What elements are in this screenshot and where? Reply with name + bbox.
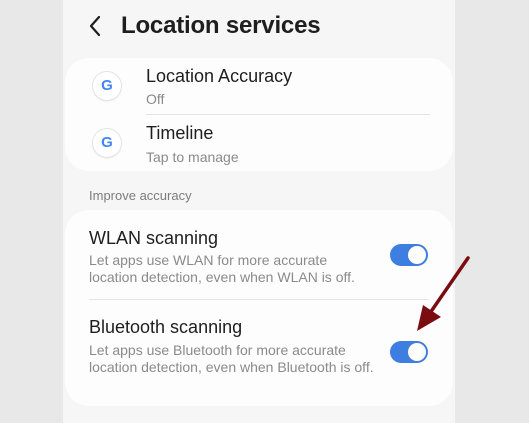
list-item-description: Let apps use WLAN for more accurate loca…: [89, 252, 355, 285]
google-services-card: G Location Accuracy Off G Timeline Tap t…: [65, 58, 453, 171]
page-title: Location services: [121, 12, 321, 39]
list-item-subtitle: Tap to manage: [146, 149, 239, 165]
header-bar: Location services: [63, 0, 455, 54]
list-item-title: WLAN scanning: [89, 228, 219, 248]
list-item-title: Timeline: [146, 123, 214, 143]
list-item-bluetooth-scanning[interactable]: Bluetooth scanning Let apps use Bluetoot…: [65, 300, 453, 406]
list-item-title: Location Accuracy: [146, 66, 293, 86]
google-g-icon: G: [93, 129, 121, 157]
list-item-title: Bluetooth scanning: [89, 317, 243, 337]
back-arrow-icon[interactable]: [85, 12, 107, 40]
google-g-icon: G: [93, 72, 121, 100]
list-item-wlan-scanning[interactable]: WLAN scanning Let apps use WLAN for more…: [65, 210, 453, 298]
bluetooth-scanning-toggle[interactable]: [390, 341, 428, 363]
annotation-arrow-icon: [417, 256, 470, 331]
settings-screen: Location services G Location Accuracy Of…: [63, 0, 455, 423]
section-header: Improve accuracy: [89, 188, 192, 203]
improve-accuracy-card: WLAN scanning Let apps use WLAN for more…: [65, 210, 453, 406]
list-item-subtitle: Off: [146, 91, 165, 107]
list-item-location-accuracy[interactable]: G Location Accuracy Off: [65, 58, 453, 114]
list-item-description: Let apps use Bluetooth for more accurate…: [89, 342, 374, 375]
toggle-thumb: [408, 343, 426, 361]
list-item-timeline[interactable]: G Timeline Tap to manage: [65, 115, 453, 171]
